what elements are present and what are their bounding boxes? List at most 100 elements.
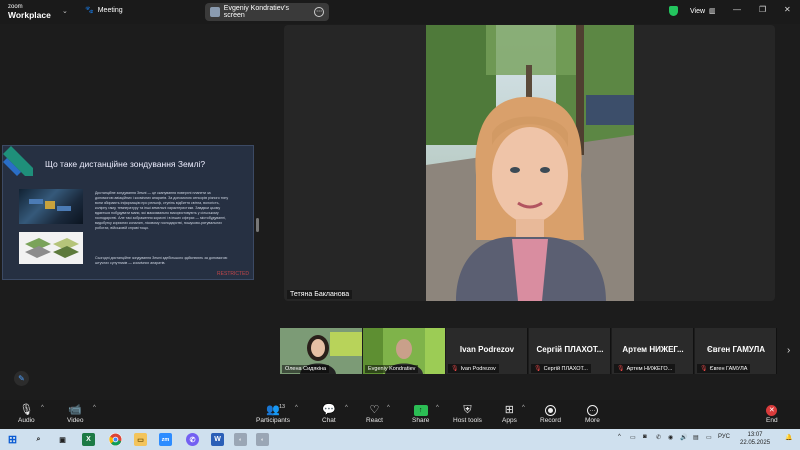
meeting-toolbar: 🎙 Audio ^ 📹 Video ^ 👥 Participants ^ 💬 C… (0, 400, 800, 430)
react-options-chevron-icon[interactable]: ^ (387, 405, 390, 411)
clock-time: 13:07 (747, 432, 763, 438)
mic-muted-icon: 🎙 (617, 366, 625, 372)
participant-display-name: Ivan Podrezov (459, 345, 515, 354)
participants-options-chevron-icon[interactable]: ^ (295, 405, 298, 411)
participant-name: 🎙 Сергій ПЛАХОТ... (531, 364, 591, 373)
chrome-icon[interactable] (109, 433, 122, 446)
camera-icon: 📹 (68, 404, 83, 416)
zoom-taskbar-icon[interactable]: zm (159, 433, 172, 446)
app-icon[interactable]: ◐ (256, 433, 269, 446)
chat-button[interactable]: 💬 Chat (322, 403, 336, 424)
tray-app-icon[interactable]: ▭ (630, 434, 636, 441)
view-button[interactable]: View ▥ (690, 7, 716, 16)
restore-icon[interactable]: ❐ (759, 5, 766, 14)
video-button[interactable]: 📹 Video (67, 403, 84, 424)
chat-label: Chat (322, 417, 336, 424)
share-label: Evgeniy Kondratiev's screen (223, 5, 289, 19)
more-label: More (585, 417, 600, 424)
audio-label: Audio (18, 417, 35, 424)
video-options-chevron-icon[interactable]: ^ (93, 405, 96, 411)
share-label: Share (412, 417, 430, 424)
participant-tile[interactable]: Evgeniy Kondratiev (363, 328, 445, 374)
chat-options-chevron-icon[interactable]: ^ (345, 405, 348, 411)
end-button[interactable]: ✕ End (766, 403, 778, 424)
minimize-icon[interactable]: — (733, 5, 741, 14)
end-label: End (766, 417, 778, 424)
close-icon[interactable]: ✕ (784, 5, 791, 14)
zoom-logo: zoom Workplace (8, 3, 51, 19)
split-handle[interactable] (256, 218, 259, 232)
speaker-video (426, 25, 634, 301)
record-button[interactable]: Record (540, 403, 561, 424)
security-shield-icon[interactable] (669, 6, 678, 16)
tray-app-icon[interactable]: ◉ (668, 434, 673, 441)
viber-icon[interactable]: ✆ (186, 433, 199, 446)
shared-screen[interactable]: Що таке дистанційне зондування Землі? Ди… (2, 145, 254, 280)
notifications-icon[interactable]: 🔔 (785, 434, 792, 441)
speaker-icon[interactable]: 🔊 (680, 434, 687, 441)
task-view-icon[interactable]: ▣ (56, 433, 69, 446)
view-label: View (690, 7, 706, 15)
audio-button[interactable]: 🎙 Audio (18, 403, 35, 424)
search-icon[interactable]: ⌕ (32, 433, 45, 446)
more-options-icon[interactable]: ⋯ (314, 7, 324, 17)
more-button[interactable]: … More (585, 403, 600, 424)
mic-muted-icon: 🎙 (700, 366, 708, 372)
share-button[interactable]: ↑ Share (412, 403, 429, 424)
annotate-pencil-icon[interactable]: ✎ (14, 371, 29, 386)
more-icon: … (586, 404, 598, 416)
screen-share-indicator[interactable]: Evgeniy Kondratiev's screen ⋯ (205, 3, 329, 21)
share-options-chevron-icon[interactable]: ^ (436, 405, 439, 411)
mic-muted-icon: 🎙 (534, 366, 542, 372)
clock[interactable]: 13:07 22.05.2025 (740, 431, 770, 447)
meeting-button[interactable]: 🐾 Meeting (85, 6, 123, 15)
tray-chevron-up-icon[interactable]: ^ (618, 434, 621, 440)
participant-name: 🎙 Ivan Podrezov (448, 364, 499, 373)
network-icon[interactable]: ▤ (693, 434, 699, 441)
participant-name: 🎙 Артем НИЖЕГО... (614, 364, 676, 373)
clock-date: 22.05.2025 (740, 440, 771, 446)
react-label: React (366, 417, 383, 424)
host-tools-label: Host tools (453, 417, 482, 424)
participant-tile[interactable]: Артем НИЖЕГ... 🎙 Артем НИЖЕГО... (612, 328, 694, 374)
excel-icon[interactable]: X (82, 433, 95, 446)
participant-tile[interactable]: Сергій ПЛАХОТ... 🎙 Сергій ПЛАХОТ... (529, 328, 611, 374)
windows-taskbar: ⊞ ⌕ ▣ X ▭ zm ✆ W ◐ ◐ ^ ▭ ◙ ✆ ◉ 🔊 ▤ ▭ РУС… (0, 429, 800, 450)
participants-label: Participants (256, 417, 290, 424)
react-button[interactable]: ♡ React (366, 403, 383, 424)
participant-name: Олена Сидякіна (282, 365, 330, 373)
participant-display-name: Артем НИЖЕГ... (622, 345, 684, 354)
record-label: Record (540, 417, 561, 424)
audio-options-chevron-icon[interactable]: ^ (41, 405, 44, 411)
shield-icon: ⛨ (463, 404, 472, 416)
paw-icon: 🐾 (85, 7, 94, 14)
slide-decoration-icon (3, 146, 33, 176)
word-icon[interactable]: W (211, 433, 224, 446)
file-explorer-icon[interactable]: ▭ (134, 433, 147, 446)
apps-button[interactable]: ⊞ Apps (502, 403, 517, 424)
app-icon[interactable]: ◐ (234, 433, 247, 446)
participant-name: 🎙 Євген ГАМУЛА (697, 364, 751, 373)
windows-start-icon[interactable]: ⊞ (6, 433, 19, 446)
participant-tile[interactable]: Ivan Podrezov 🎙 Ivan Podrezov (446, 328, 528, 374)
restricted-badge: RESTRICTED (217, 271, 249, 277)
chevron-down-icon[interactable]: ⌄ (62, 7, 68, 15)
share-screen-icon: ↑ (413, 404, 428, 416)
battery-icon[interactable]: ▭ (706, 434, 712, 441)
active-speaker-tile[interactable]: Тетяна Бакланова (284, 25, 775, 301)
apps-options-chevron-icon[interactable]: ^ (522, 405, 525, 411)
keyboard-language[interactable]: РУС (718, 434, 730, 440)
participant-tile[interactable]: Олена Сидякіна (280, 328, 362, 374)
chevron-right-icon[interactable]: › (787, 345, 790, 356)
end-call-icon: ✕ (766, 404, 778, 416)
chat-icon: 💬 (322, 404, 336, 416)
slide-title: Що таке дистанційне зондування Землі? (45, 159, 206, 169)
participant-tile[interactable]: Євген ГАМУЛА 🎙 Євген ГАМУЛА (695, 328, 777, 374)
tray-app-icon[interactable]: ◙ (643, 434, 647, 440)
tray-viber-icon[interactable]: ✆ (656, 434, 661, 441)
zoom-window: zoom Workplace ⌄ 🐾 Meeting Evgeniy Kondr… (0, 0, 800, 450)
host-tools-button[interactable]: ⛨ Host tools (453, 403, 482, 424)
meeting-label: Meeting (97, 6, 123, 14)
satellite-image (19, 189, 83, 224)
participant-strip: Олена Сидякіна Evgeniy Kondratiev Ivan P… (280, 328, 780, 374)
